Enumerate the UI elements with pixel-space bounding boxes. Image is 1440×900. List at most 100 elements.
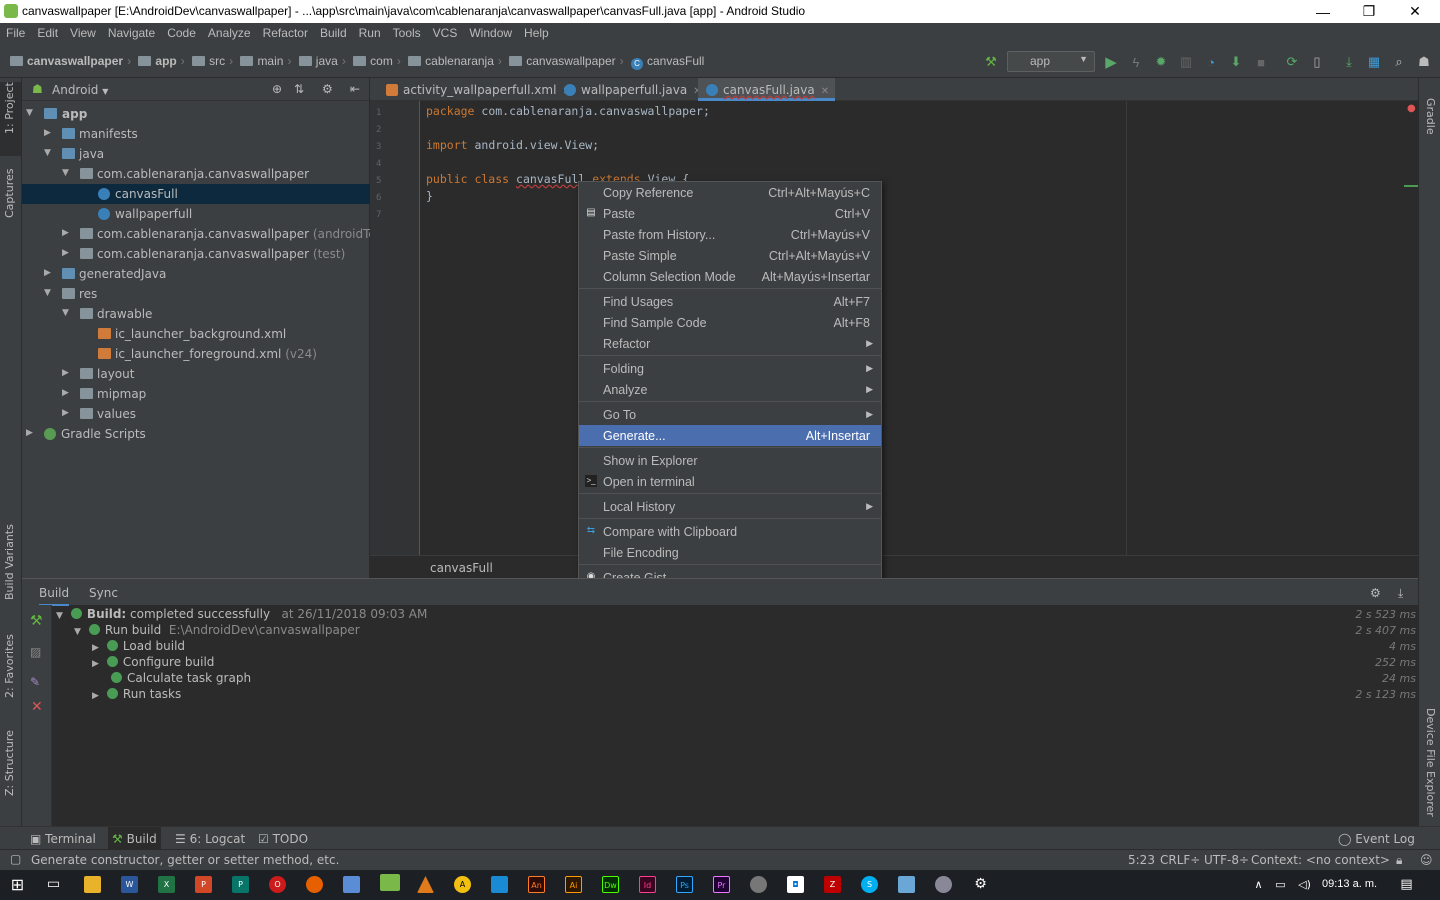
debug-icon[interactable]: ✹ — [1152, 53, 1170, 71]
tree-item-gradle-scripts[interactable]: ▶ Gradle Scripts — [22, 424, 370, 444]
tree-item-drawable[interactable]: ▼ drawable — [22, 304, 370, 324]
tab-activity-wallpaperfull-xml[interactable]: activity_wallpaperfull.xml✕ — [378, 78, 577, 101]
tab-canvasfull-java[interactable]: canvasFull.java ✕ — [698, 78, 836, 101]
menu-item-paste-simple[interactable]: Paste Simple Ctrl+Alt+Mayús+V — [579, 245, 881, 266]
menu-item-go-to[interactable]: Go To ▶ — [579, 404, 881, 425]
hide-panel-icon[interactable]: ⤓ — [1398, 586, 1403, 601]
stop-icon[interactable]: ■ — [1252, 53, 1270, 71]
profile-icon[interactable]: ◔ — [1202, 53, 1220, 71]
menu-vcs[interactable]: VCS — [427, 23, 464, 45]
menu-view[interactable]: View — [64, 23, 102, 45]
breadcrumb-java[interactable]: java — [316, 54, 338, 68]
menu-item-folding[interactable]: Folding ▶ — [579, 358, 881, 379]
toggle-view-icon[interactable]: ▨ — [30, 645, 41, 659]
run-configuration-dropdown[interactable]: app ▼ — [1007, 51, 1095, 72]
menu-analyze[interactable]: Analyze — [202, 23, 257, 45]
breadcrumb-app[interactable]: app — [155, 54, 176, 68]
line-separator[interactable]: CRLF÷ — [1160, 853, 1200, 867]
menu-item-analyze[interactable]: Analyze ▶ — [579, 379, 881, 400]
tree-item-canvasfull[interactable]: canvasFull — [22, 184, 370, 204]
tree-item-java[interactable]: ▼ java — [22, 144, 370, 164]
network-icon[interactable]: ▭ — [1272, 876, 1289, 893]
tab-captures[interactable]: Captures — [3, 169, 16, 218]
menu-item-generate[interactable]: Generate... Alt+Insertar — [579, 425, 881, 446]
menu-item-column-selection-mode[interactable]: Column Selection Mode Alt+Mayús+Insertar — [579, 266, 881, 287]
filezilla-icon[interactable]: Z — [824, 876, 841, 893]
gear-icon[interactable]: ⚙ — [322, 82, 333, 96]
vlc-icon[interactable] — [417, 876, 434, 893]
windows-start-icon[interactable]: ⊞ — [9, 876, 26, 893]
context-status[interactable]: Context: <no context> — [1251, 853, 1390, 867]
menu-navigate[interactable]: Navigate — [102, 23, 161, 45]
notes-app-icon[interactable]: ◘ — [787, 876, 804, 893]
tree-item-res[interactable]: ▼ res — [22, 284, 370, 304]
animate-icon[interactable]: An — [528, 876, 545, 893]
menu-item-paste-from-history[interactable]: Paste from History... Ctrl+Mayús+V — [579, 224, 881, 245]
menu-item-refactor[interactable]: Refactor ▶ — [579, 333, 881, 354]
menu-edit[interactable]: Edit — [31, 23, 64, 45]
photoshop-icon[interactable]: Ps — [676, 876, 693, 893]
build-tool-button[interactable]: ⚒ Build — [108, 827, 161, 849]
opera-icon[interactable]: O — [269, 876, 286, 893]
tree-item-manifests[interactable]: ▶ manifests — [22, 124, 370, 144]
file-encoding[interactable]: UTF-8÷ — [1204, 853, 1249, 867]
indesign-icon[interactable]: Id — [639, 876, 656, 893]
tree-item-package-test[interactable]: ▶ com.cablenaranja.canvaswallpaper (test) — [22, 244, 370, 264]
avd-manager-icon[interactable]: ▯ — [1308, 53, 1326, 71]
breadcrumb-cablenaranja[interactable]: cablenaranja — [425, 54, 494, 68]
hammer-icon[interactable]: ⚒ — [30, 613, 43, 629]
norton-icon[interactable]: A — [454, 876, 471, 893]
minimize-button[interactable]: — — [1300, 0, 1346, 23]
run-coverage-icon[interactable]: ⬇ — [1227, 53, 1245, 71]
tree-item-mipmap[interactable]: ▶ mipmap — [22, 384, 370, 404]
tab-structure[interactable]: Z: Structure — [3, 730, 16, 796]
taskbar-clock[interactable]: 09:13 a. m. — [1322, 878, 1377, 890]
menu-tools[interactable]: Tools — [387, 23, 427, 45]
tree-item-ic-launcher-background[interactable]: ic_launcher_background.xml — [22, 324, 370, 344]
dreamweaver-icon[interactable]: Dw — [602, 876, 619, 893]
notifications-icon[interactable]: ▤ — [1398, 876, 1415, 893]
tab-build-output[interactable]: Build — [39, 586, 70, 606]
tree-item-generatedjava[interactable]: ▶ generatedJava — [22, 264, 370, 284]
skype-icon[interactable]: S — [861, 876, 878, 893]
build-row[interactable]: ▼ Build: completed successfully at 26/11/… — [56, 607, 427, 621]
build-row[interactable]: ▶ Load build — [92, 639, 185, 653]
terminal-tool-button[interactable]: ▣ Terminal — [30, 832, 96, 846]
file-explorer-icon[interactable] — [84, 876, 101, 893]
sync-gradle-icon[interactable]: ⟳ — [1283, 53, 1301, 71]
virtualbox-icon[interactable] — [491, 876, 508, 893]
code-line-1[interactable]: package com.cablenaranja.canvaswallpaper… — [426, 104, 710, 118]
menu-file[interactable]: File — [0, 23, 31, 45]
tree-item-ic-launcher-foreground[interactable]: ic_launcher_foreground.xml (v24) — [22, 344, 370, 364]
publisher-icon[interactable]: P — [232, 876, 249, 893]
menu-item-local-history[interactable]: Local History ▶ — [579, 496, 881, 517]
menu-item-file-encoding[interactable]: File Encoding — [579, 542, 881, 563]
user-icon[interactable]: ☗ — [1415, 53, 1433, 71]
event-log-tool-button[interactable]: ◯ Event Log — [1338, 832, 1415, 846]
todo-tool-button[interactable]: ☑ TODO — [258, 832, 308, 846]
excel-icon[interactable]: X — [158, 876, 175, 893]
run-icon[interactable]: ▶ — [1102, 53, 1120, 71]
attach-debugger-icon[interactable]: ▥ — [1177, 53, 1195, 71]
breadcrumb-canvaswallpaper[interactable]: canvaswallpaper — [526, 54, 615, 68]
build-row[interactable]: ▶ Configure build — [92, 655, 214, 669]
app-icon[interactable] — [935, 876, 952, 893]
tree-item-app[interactable]: ▼ app — [22, 104, 370, 124]
breadcrumb-main[interactable]: main — [257, 54, 283, 68]
menu-item-copy-reference[interactable]: Copy Reference Ctrl+Alt+Mayús+C — [579, 182, 881, 203]
close-panel-icon[interactable]: ✕ — [31, 699, 43, 715]
project-structure-icon[interactable]: ▦ — [1365, 53, 1383, 71]
build-row[interactable]: ▶ Run tasks — [92, 687, 181, 701]
android-studio-taskbar-icon[interactable] — [380, 874, 400, 891]
menu-item-paste[interactable]: ▤ Paste Ctrl+V — [579, 203, 881, 224]
logcat-tool-button[interactable]: ☰ 6: Logcat — [175, 832, 245, 846]
inspector-icon[interactable]: ☺ — [1420, 853, 1433, 867]
code-line-3[interactable]: import android.view.View; — [426, 138, 599, 152]
locate-icon[interactable]: ⊕ — [272, 82, 282, 96]
illustrator-icon[interactable]: Ai — [565, 876, 582, 893]
tree-item-package[interactable]: ▼ com.cablenaranja.canvaswallpaper — [22, 164, 370, 184]
task-view-icon[interactable]: ▭ — [45, 876, 62, 893]
collapse-icon[interactable]: ⇅ — [294, 82, 304, 96]
tray-chevron-icon[interactable]: ∧ — [1250, 876, 1267, 893]
menu-item-open-in-terminal[interactable]: >_ Open in terminal — [579, 471, 881, 492]
